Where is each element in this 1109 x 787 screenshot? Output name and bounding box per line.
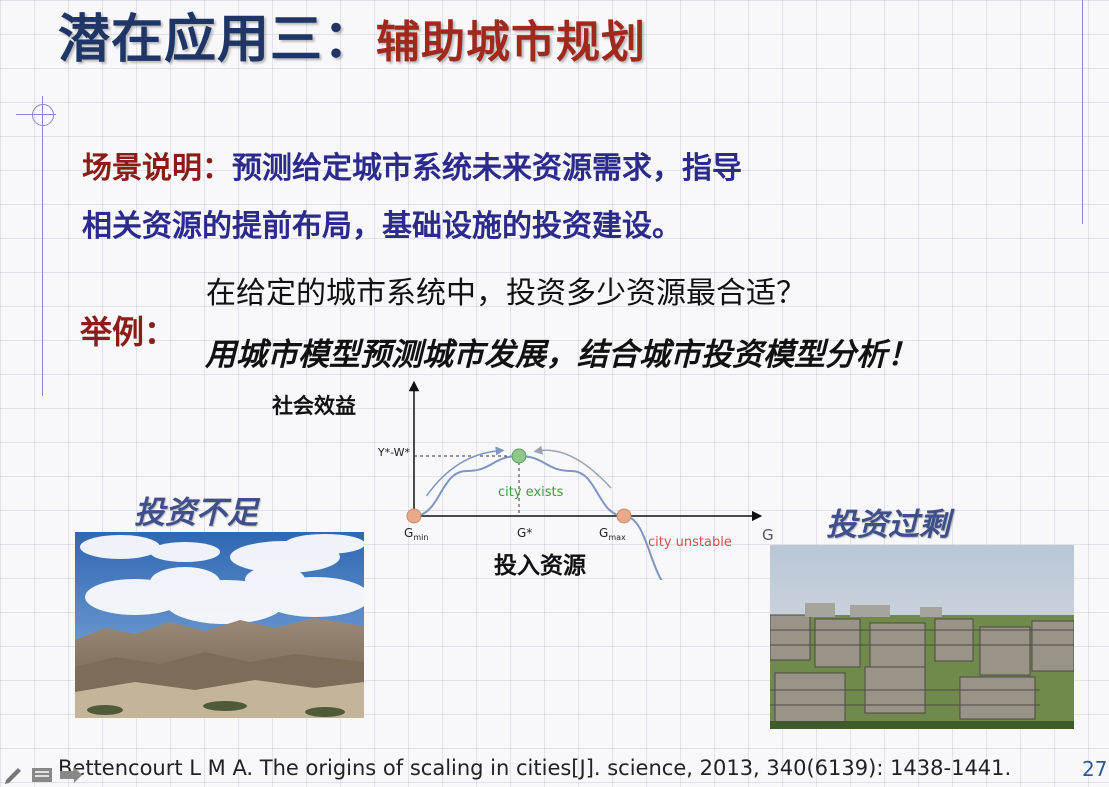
scene-label: 场景说明： — [82, 151, 232, 186]
example-answer: 用城市模型预测城市发展，结合城市投资模型分析！ — [205, 337, 918, 373]
decor-line-vertical — [42, 96, 43, 396]
chart-flow-arrow-left — [425, 446, 505, 497]
chart-flow-arrow-right — [533, 445, 612, 489]
chart-annotation-unstable: city unstable — [648, 535, 732, 550]
chart-y-axis-label: 社会效益 — [272, 394, 356, 418]
chart-x-axis-symbol: G — [762, 526, 774, 544]
chart-x-tick-gmax: Gmax — [599, 526, 626, 542]
photo-overinvestment-buildings — [770, 545, 1074, 729]
slide-title-part2: 辅助城市规划 — [376, 17, 647, 68]
chart-annotation-exists: city exists — [498, 485, 564, 500]
label-overinvestment: 投资过剩 — [826, 507, 950, 543]
presenter-toolbar — [5, 767, 82, 784]
scene-description: 场景说明：预测给定城市系统未来资源需求，指导 相关资源的提前布局，基础设施的投资… — [82, 140, 1092, 256]
pen-icon[interactable] — [5, 768, 21, 784]
chart-x-tick-gmin: Gmin — [404, 526, 428, 542]
photo-underinvestment-landscape — [75, 532, 364, 718]
chart-point-gstar — [511, 448, 527, 464]
chart-point-gmin — [406, 508, 422, 524]
chart-series-line — [413, 454, 663, 580]
page-number: 27 — [1082, 757, 1108, 781]
chart-x-tick-gstar: G* — [517, 526, 532, 540]
menu-icon[interactable] — [32, 768, 52, 782]
chart-point-gmax — [616, 508, 632, 524]
example-question: 在给定的城市系统中，投资多少资源最合适？ — [206, 276, 806, 311]
slide-title: 潜在应用三：辅助城市规划 — [58, 14, 646, 66]
chart-svg: Y*-W* Gmin G* Gmax G city exists city un… — [377, 380, 774, 580]
reference-citation: Bettencourt L M A. The origins of scalin… — [58, 756, 1012, 780]
next-arrow-icon[interactable] — [60, 767, 82, 783]
label-underinvestment: 投资不足 — [134, 495, 258, 531]
chart-y-tick-label: Y*-W* — [377, 446, 411, 459]
example-label: 举例： — [80, 313, 177, 351]
slide-title-part1: 潜在应用三： — [58, 10, 377, 70]
decor-circle — [32, 104, 54, 126]
scene-line-1: 预测给定城市系统未来资源需求，指导 — [232, 151, 742, 186]
scene-line-2: 相关资源的提前布局，基础设施的投资建设。 — [82, 209, 682, 244]
